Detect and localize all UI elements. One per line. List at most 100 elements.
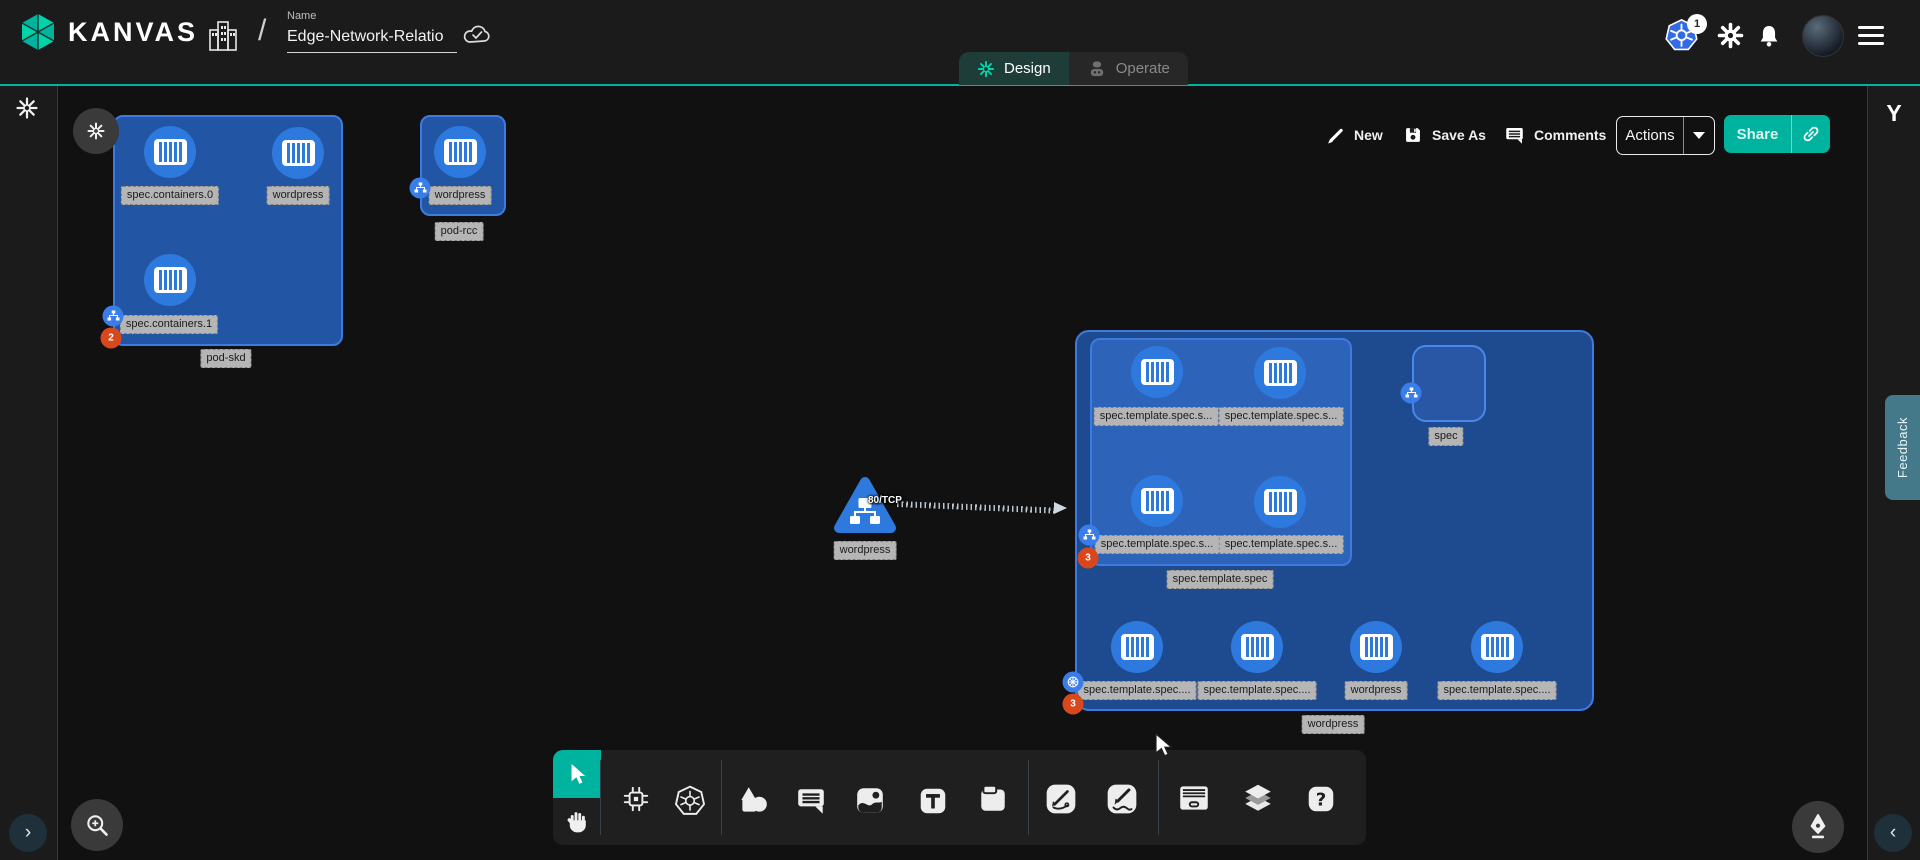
note-tool-icon[interactable] [977, 782, 1009, 814]
node-label: spec [1428, 427, 1463, 446]
cloud-saved-icon [462, 22, 492, 48]
share-button[interactable]: Share [1724, 115, 1830, 153]
service-label: wordpress [834, 541, 897, 560]
group-label: pod-skd [200, 349, 251, 368]
menu-hamburger-icon[interactable] [1858, 26, 1884, 50]
pan-tool-button[interactable] [553, 798, 601, 845]
feedback-tab[interactable]: Feedback [1885, 395, 1920, 500]
toolbar-divider [1028, 760, 1029, 835]
edge-service-to-deployment[interactable] [897, 501, 1057, 514]
container-label: spec.template.spec.s... [1094, 407, 1219, 426]
meshery-pinwheel-icon[interactable] [15, 96, 39, 125]
deployment-icon-badge[interactable] [1063, 672, 1084, 693]
zoom-search-icon[interactable] [71, 799, 123, 851]
comments-button[interactable]: Comments [1504, 120, 1606, 150]
container-icon [1264, 360, 1297, 386]
pod-icon-badge[interactable] [1401, 383, 1422, 404]
group-label: spec.template.spec [1167, 570, 1274, 589]
container-node[interactable] [1131, 346, 1183, 398]
media-tool-icon[interactable] [854, 784, 886, 816]
edge-port-label: 80/TCP [868, 495, 902, 506]
container-label: spec.containers.1 [120, 315, 218, 334]
svg-text:?: ? [1316, 789, 1327, 810]
settings-gear-icon[interactable] [1717, 22, 1744, 49]
organization-icon[interactable] [206, 18, 240, 54]
container-icon [1141, 488, 1174, 514]
container-node[interactable] [434, 126, 486, 178]
container-node[interactable] [1254, 476, 1306, 528]
issue-count-badge[interactable]: 3 [1063, 694, 1084, 715]
actions-button[interactable]: Actions [1616, 116, 1715, 155]
new-button[interactable]: New [1325, 120, 1383, 150]
node-spec[interactable] [1412, 345, 1486, 422]
help-icon[interactable]: ? [1305, 783, 1337, 815]
container-icon [1141, 359, 1174, 385]
tab-operate-label: Operate [1116, 60, 1170, 77]
container-node[interactable] [1350, 621, 1402, 673]
edge-arrowhead [1054, 502, 1067, 514]
layers-icon[interactable] [1241, 781, 1275, 815]
container-node[interactable] [1231, 621, 1283, 673]
notifications-bell-icon[interactable] [1756, 22, 1782, 50]
container-node[interactable] [1254, 347, 1306, 399]
container-icon [282, 140, 315, 166]
components-chip-icon[interactable] [620, 783, 652, 815]
pod-icon-badge[interactable] [103, 306, 124, 327]
operate-robot-icon [1087, 59, 1107, 79]
service-node-wordpress[interactable] [833, 476, 897, 539]
group-spec-template-spec[interactable] [1090, 338, 1352, 566]
actions-caret-icon[interactable] [1693, 132, 1705, 139]
toolbar-divider [721, 760, 722, 835]
share-label: Share [1724, 126, 1791, 143]
container-node[interactable] [272, 127, 324, 179]
left-rail [0, 86, 58, 860]
share-link-icon[interactable] [1792, 124, 1830, 144]
kubernetes-context-count-badge[interactable]: 1 [1687, 14, 1707, 34]
archive-drawer-icon[interactable] [1176, 782, 1212, 814]
comment-tool-icon[interactable] [795, 785, 827, 817]
container-node[interactable] [144, 254, 196, 306]
pen-nib-tool-icon[interactable] [1792, 801, 1844, 853]
tab-operate[interactable]: Operate [1069, 52, 1188, 85]
text-tool-icon[interactable] [917, 785, 949, 817]
kubernetes-tool-icon[interactable] [673, 784, 707, 818]
user-avatar[interactable] [1802, 15, 1844, 57]
right-panel-expand-chevron[interactable]: ‹ [1874, 814, 1912, 852]
new-label: New [1354, 127, 1383, 143]
shapes-tool-icon[interactable] [736, 784, 770, 818]
container-icon [1241, 634, 1274, 660]
pod-icon-badge[interactable] [1079, 525, 1100, 546]
toolbar-divider [1158, 760, 1159, 835]
container-icon [154, 267, 187, 293]
left-panel-expand-chevron[interactable]: › [9, 814, 47, 852]
comments-label: Comments [1534, 127, 1606, 143]
container-node[interactable] [1471, 621, 1523, 673]
pod-icon-badge[interactable] [410, 178, 431, 199]
container-node[interactable] [1111, 621, 1163, 673]
container-label: spec.containers.0 [121, 186, 219, 205]
container-label: spec.template.spec.... [1438, 681, 1557, 700]
design-name-input[interactable] [287, 26, 457, 53]
actions-label: Actions [1617, 127, 1683, 144]
tab-design[interactable]: Design [959, 52, 1069, 85]
save-as-button[interactable]: Save As [1403, 120, 1486, 150]
kanvas-logo[interactable]: KANVAS [18, 12, 198, 52]
select-tool-button[interactable] [553, 750, 601, 798]
pen-tool-icon[interactable] [1044, 782, 1078, 816]
group-label: wordpress [1302, 715, 1365, 734]
tab-design-label: Design [1004, 60, 1051, 77]
container-node[interactable] [144, 126, 196, 178]
app-header: KANVAS / Name [0, 0, 1920, 85]
container-label: spec.template.spec.... [1078, 681, 1197, 700]
pencil-draw-tool-icon[interactable] [1105, 782, 1139, 816]
kanvas-app: { "header": { "logo": "KANVAS", "name_la… [0, 0, 1920, 860]
container-label: spec.template.spec.s... [1095, 535, 1220, 554]
new-pencil-icon [1325, 125, 1345, 145]
container-label: spec.template.spec.s... [1219, 535, 1344, 554]
container-label: spec.template.spec.... [1198, 681, 1317, 700]
issue-count-badge[interactable]: 3 [1078, 548, 1099, 569]
issue-count-badge[interactable]: 2 [101, 328, 122, 349]
container-node[interactable] [1131, 475, 1183, 527]
node-config-gear-icon[interactable] [73, 108, 119, 154]
container-icon [154, 139, 187, 165]
